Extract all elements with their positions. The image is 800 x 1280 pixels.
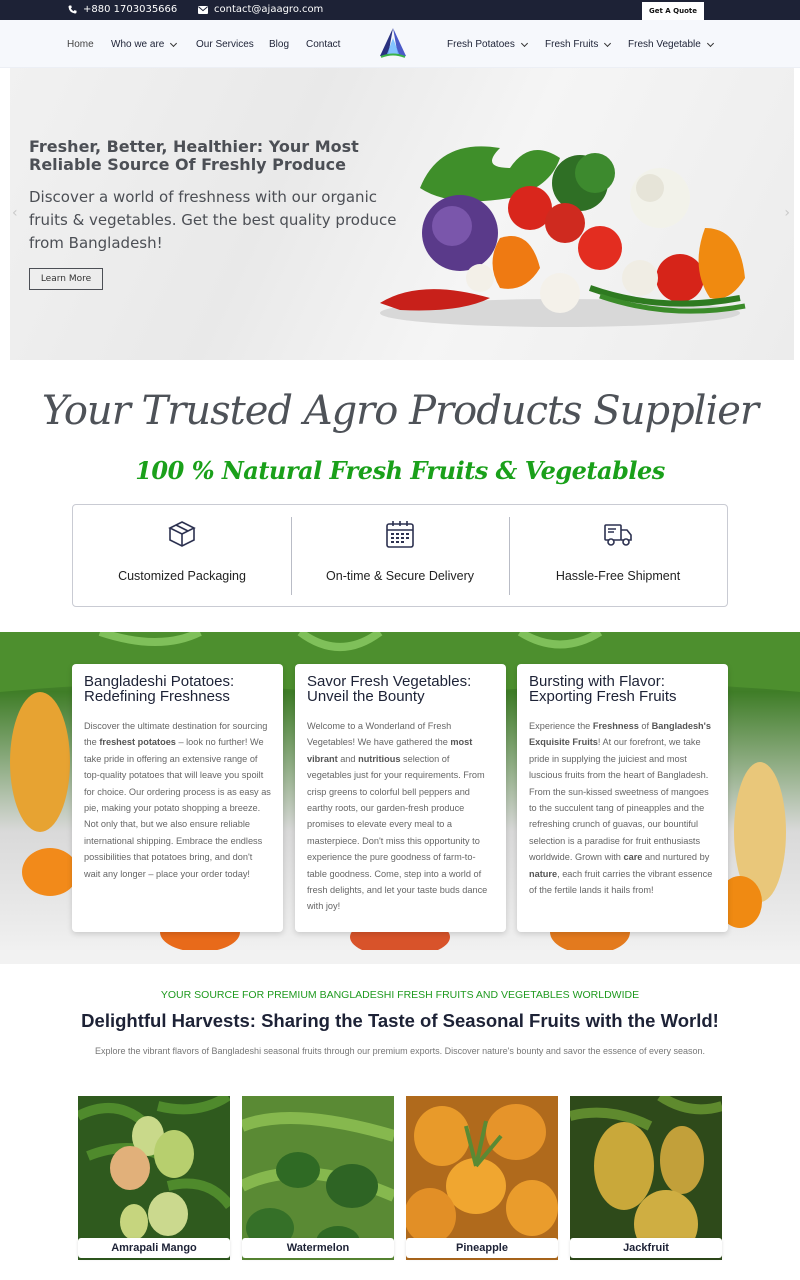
hero-slider: ‹ › Fresher, Better, Healthier: Your Mos… (10, 68, 794, 360)
vegetables-card-title: Savor Fresh Vegetables: Unveil the Bount… (307, 673, 472, 705)
card-text-bold: nutritious (358, 753, 401, 764)
nav-fresh-fruits-label: Fresh Fruits (545, 39, 599, 50)
seasonal-title: Delightful Harvests: Sharing the Taste o… (81, 1010, 719, 1031)
nav-contact-label: Contact (306, 39, 341, 50)
seasonal-eyebrow: YOUR SOURCE FOR PREMIUM BANGLADESHI FRES… (160, 989, 640, 1001)
vegetables-card: Savor Fresh Vegetables: Unveil the Bount… (295, 664, 506, 932)
fruits-card-title: Bursting with Flavor: Exporting Fresh Fr… (529, 673, 677, 705)
natural-fresh-subtitle: 100 % Natural Fresh Fruits & Vegetables (135, 456, 665, 485)
nav-contact[interactable]: Contact (306, 39, 340, 50)
nav-who-we-are-label: Who we are (111, 39, 165, 50)
watermelon-label[interactable]: Watermelon (242, 1238, 394, 1258)
feature-delivery-label: On-time & Secure Delivery (326, 569, 474, 583)
envelope-icon (198, 5, 208, 14)
nav-blog-label: Blog (269, 39, 290, 50)
fruits-card-text: Experience the Freshness of Bangladesh's… (529, 718, 716, 898)
phone-icon (68, 5, 77, 14)
phone-contact[interactable]: +880 1703035666 (68, 4, 177, 15)
produce-band: Bangladeshi Potatoes: Redefining Freshne… (0, 632, 800, 964)
potatoes-card: Bangladeshi Potatoes: Redefining Freshne… (72, 664, 283, 932)
hero-subtitle: Discover a world of freshness with our o… (29, 188, 397, 252)
fruits-card: Bursting with Flavor: Exporting Fresh Fr… (517, 664, 728, 932)
calendar-icon (386, 521, 414, 548)
brand-logo[interactable] (377, 26, 409, 60)
pineapple-image (406, 1096, 558, 1260)
nav-who-we-are[interactable]: Who we are (111, 39, 178, 50)
fruit-tile-jackfruit[interactable] (570, 1096, 722, 1260)
nav-fresh-potatoes[interactable]: Fresh Potatoes (447, 39, 528, 50)
potatoes-card-title: Bangladeshi Potatoes: Redefining Freshne… (84, 673, 235, 705)
nav-home-label: Home (67, 39, 94, 50)
pineapple-label[interactable]: Pineapple (406, 1238, 558, 1258)
nav-our-services[interactable]: Our Services (196, 39, 254, 50)
feature-shipment: Hassle-Free Shipment (509, 505, 727, 606)
learn-more-button[interactable]: Learn More (29, 268, 103, 290)
card-text-bold: Freshness (592, 721, 639, 731)
top-bar: +880 1703035666 contact@ajaagro.com Get … (0, 0, 800, 20)
card-text-part: Welcome to a Wonderland of Fresh Vegetab… (307, 721, 452, 748)
watermelon-image (242, 1096, 394, 1260)
email-address: contact@ajaagro.com (214, 4, 324, 15)
nav-fresh-fruits[interactable]: Fresh Fruits (545, 39, 612, 50)
box-icon (168, 521, 196, 547)
features-box: Customized Packaging On-time & Secure De… (72, 504, 728, 607)
chevron-down-icon (604, 39, 612, 47)
mango-image (78, 1096, 230, 1260)
card-text-part: selection of vegetables just for your re… (307, 753, 488, 912)
card-text-part: – look no further! We take pride in offe… (84, 737, 271, 879)
jackfruit-label[interactable]: Jackfruit (570, 1238, 722, 1258)
chevron-down-icon (170, 39, 178, 47)
phone-number: +880 1703035666 (83, 4, 178, 15)
vegetables-card-text: Welcome to a Wonderland of Fresh Vegetab… (307, 718, 494, 915)
chevron-down-icon (520, 39, 528, 47)
slider-prev-arrow[interactable]: ‹ (12, 205, 18, 221)
nav-fresh-potatoes-label: Fresh Potatoes (447, 39, 515, 50)
trusted-supplier-title: Your Trusted Agro Products Supplier (41, 388, 759, 434)
hero-title: Fresher, Better, Healthier: Your Most Re… (29, 137, 359, 174)
chevron-down-icon (706, 39, 714, 47)
feature-delivery: On-time & Secure Delivery (291, 505, 509, 606)
card-text-part: and nurtured by (642, 852, 710, 863)
nav-our-services-label: Our Services (196, 39, 254, 50)
card-text-bold: care (623, 852, 643, 863)
nav-fresh-vegetable-label: Fresh Vegetable (628, 39, 701, 50)
jackfruit-image (570, 1096, 722, 1260)
fruit-tile-watermelon[interactable] (242, 1096, 394, 1260)
card-text-bold: freshest potatoes (99, 737, 176, 748)
nav-blog[interactable]: Blog (269, 39, 289, 50)
potatoes-card-text: Discover the ultimate destination for so… (84, 718, 271, 882)
nav-fresh-vegetable[interactable]: Fresh Vegetable (628, 39, 714, 50)
vegetables-image (380, 146, 746, 327)
card-text-part: Experience the (529, 721, 593, 731)
seasonal-description: Explore the vibrant flavors of Banglades… (94, 1046, 706, 1056)
card-text-part: of (638, 721, 652, 731)
feature-packaging-label: Customized Packaging (118, 569, 246, 583)
email-contact[interactable]: contact@ajaagro.com (198, 4, 323, 15)
nav-home[interactable]: Home (67, 39, 94, 50)
main-nav: Home Who we are Our Services Blog Contac… (0, 20, 800, 68)
slider-next-arrow[interactable]: › (784, 205, 790, 221)
get-quote-button[interactable]: Get A Quote (642, 2, 704, 20)
truck-icon (604, 524, 632, 546)
feature-packaging: Customized Packaging (73, 505, 291, 606)
card-text-part: , each fruit carries the vibrant essence… (529, 868, 713, 896)
card-text-bold: nature (529, 868, 558, 879)
card-text-part: ! At our forefront, we take pride in sup… (529, 737, 709, 863)
fruit-tile-mango[interactable] (78, 1096, 230, 1260)
card-text-part: and (337, 753, 359, 764)
mango-label[interactable]: Amrapali Mango (78, 1238, 230, 1258)
fruit-tile-pineapple[interactable] (406, 1096, 558, 1260)
feature-shipment-label: Hassle-Free Shipment (555, 569, 681, 583)
